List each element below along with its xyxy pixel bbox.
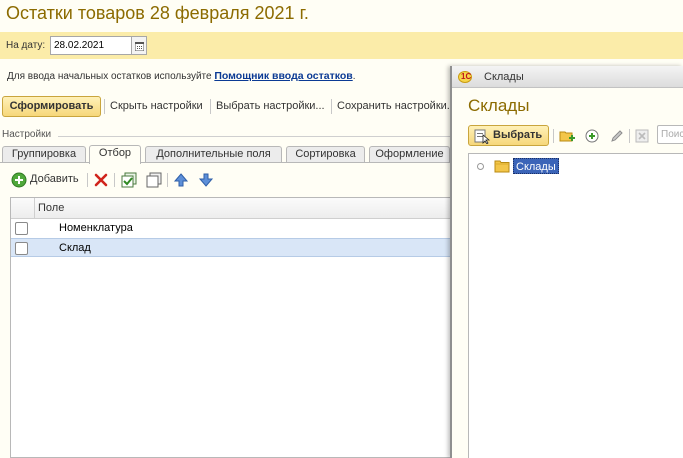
tab-filter[interactable]: Отбор	[89, 145, 141, 164]
filter-toolbar: Добавить	[0, 168, 450, 192]
toolbar-separator	[114, 173, 115, 187]
toolbar-separator	[629, 129, 630, 143]
dialog-window-title: Склады	[484, 71, 524, 83]
toolbar-separator	[210, 99, 211, 114]
hide-settings-button[interactable]: Скрыть настройки	[110, 100, 203, 112]
settings-legend: Настройки	[2, 129, 52, 140]
table-header: Поле	[11, 198, 451, 219]
select-label: Выбрать	[493, 129, 543, 141]
tab-additional-fields[interactable]: Дополнительные поля	[145, 146, 282, 163]
toolbar-separator	[553, 129, 554, 143]
warehouses-dialog: 1C Склады Склады Выбрать Пои Склады	[450, 66, 683, 458]
row-label: Номенклатура	[59, 222, 133, 234]
select-button[interactable]: Выбрать	[468, 125, 549, 146]
date-label: На дату:	[6, 40, 46, 51]
dialog-heading: Склады	[468, 96, 530, 115]
row-label: Склад	[59, 242, 91, 254]
create-folder-icon[interactable]	[559, 128, 575, 144]
create-item-icon[interactable]	[584, 128, 600, 144]
1c-logo-icon: 1C	[458, 71, 472, 83]
add-label: Добавить	[30, 173, 79, 185]
date-field[interactable]: 28.02.2021	[50, 36, 132, 55]
calendar-button[interactable]	[132, 36, 147, 55]
list-item[interactable]: Склады	[469, 157, 683, 175]
hint-end: .	[352, 71, 356, 82]
delete-icon[interactable]	[93, 172, 109, 188]
tabs-baseline	[0, 162, 450, 163]
table-row[interactable]: Склад	[11, 238, 451, 257]
generate-button[interactable]: Сформировать	[2, 96, 101, 117]
settings-tabs: Группировка Отбор Дополнительные поля Со…	[2, 145, 450, 164]
check-all-icon[interactable]	[121, 172, 137, 188]
toolbar-separator	[104, 99, 105, 114]
hint-text: Для ввода начальных остатков используйте	[7, 71, 215, 82]
toolbar-separator	[87, 173, 88, 187]
search-input[interactable]: Поиск	[657, 125, 683, 144]
move-down-icon[interactable]	[198, 172, 214, 188]
filter-table: Поле Номенклатура Склад	[10, 197, 451, 458]
move-up-icon[interactable]	[173, 172, 189, 188]
tab-grouping[interactable]: Группировка	[2, 146, 86, 163]
uncheck-all-icon[interactable]	[146, 172, 162, 188]
table-row[interactable]: Номенклатура	[11, 219, 451, 238]
page-title: Остатки товаров 28 февраля 2021 г.	[6, 3, 309, 23]
delete-mark-icon[interactable]	[634, 128, 650, 144]
edit-icon[interactable]	[609, 128, 625, 144]
settings-divider	[58, 136, 450, 137]
row-checkbox[interactable]	[15, 242, 28, 255]
tree-item-label: Склады	[513, 158, 559, 174]
folder-icon	[494, 160, 510, 173]
warehouses-list: Склады	[468, 153, 683, 458]
column-header-field[interactable]: Поле	[38, 202, 64, 214]
save-settings-button[interactable]: Сохранить настройки...	[337, 100, 456, 112]
toolbar-separator	[167, 173, 168, 187]
date-panel: На дату: 28.02.2021	[0, 32, 683, 59]
wizard-link[interactable]: Помощник ввода остатков	[214, 70, 352, 82]
report-toolbar: Сформировать Скрыть настройки Выбрать на…	[0, 96, 456, 118]
select-icon	[474, 129, 490, 144]
column-divider	[34, 198, 35, 219]
tree-node-marker	[477, 163, 484, 170]
tab-appearance[interactable]: Оформление	[369, 146, 450, 163]
hint-line: Для ввода начальных остатков используйте…	[7, 70, 356, 82]
row-checkbox[interactable]	[15, 222, 28, 235]
toolbar-separator	[331, 99, 332, 114]
add-icon	[11, 172, 27, 188]
tab-sorting[interactable]: Сортировка	[286, 146, 365, 163]
calendar-icon	[135, 42, 144, 51]
dialog-toolbar: Выбрать	[452, 122, 683, 148]
dialog-titlebar[interactable]: 1C Склады	[452, 66, 683, 88]
select-settings-button[interactable]: Выбрать настройки...	[216, 100, 325, 112]
